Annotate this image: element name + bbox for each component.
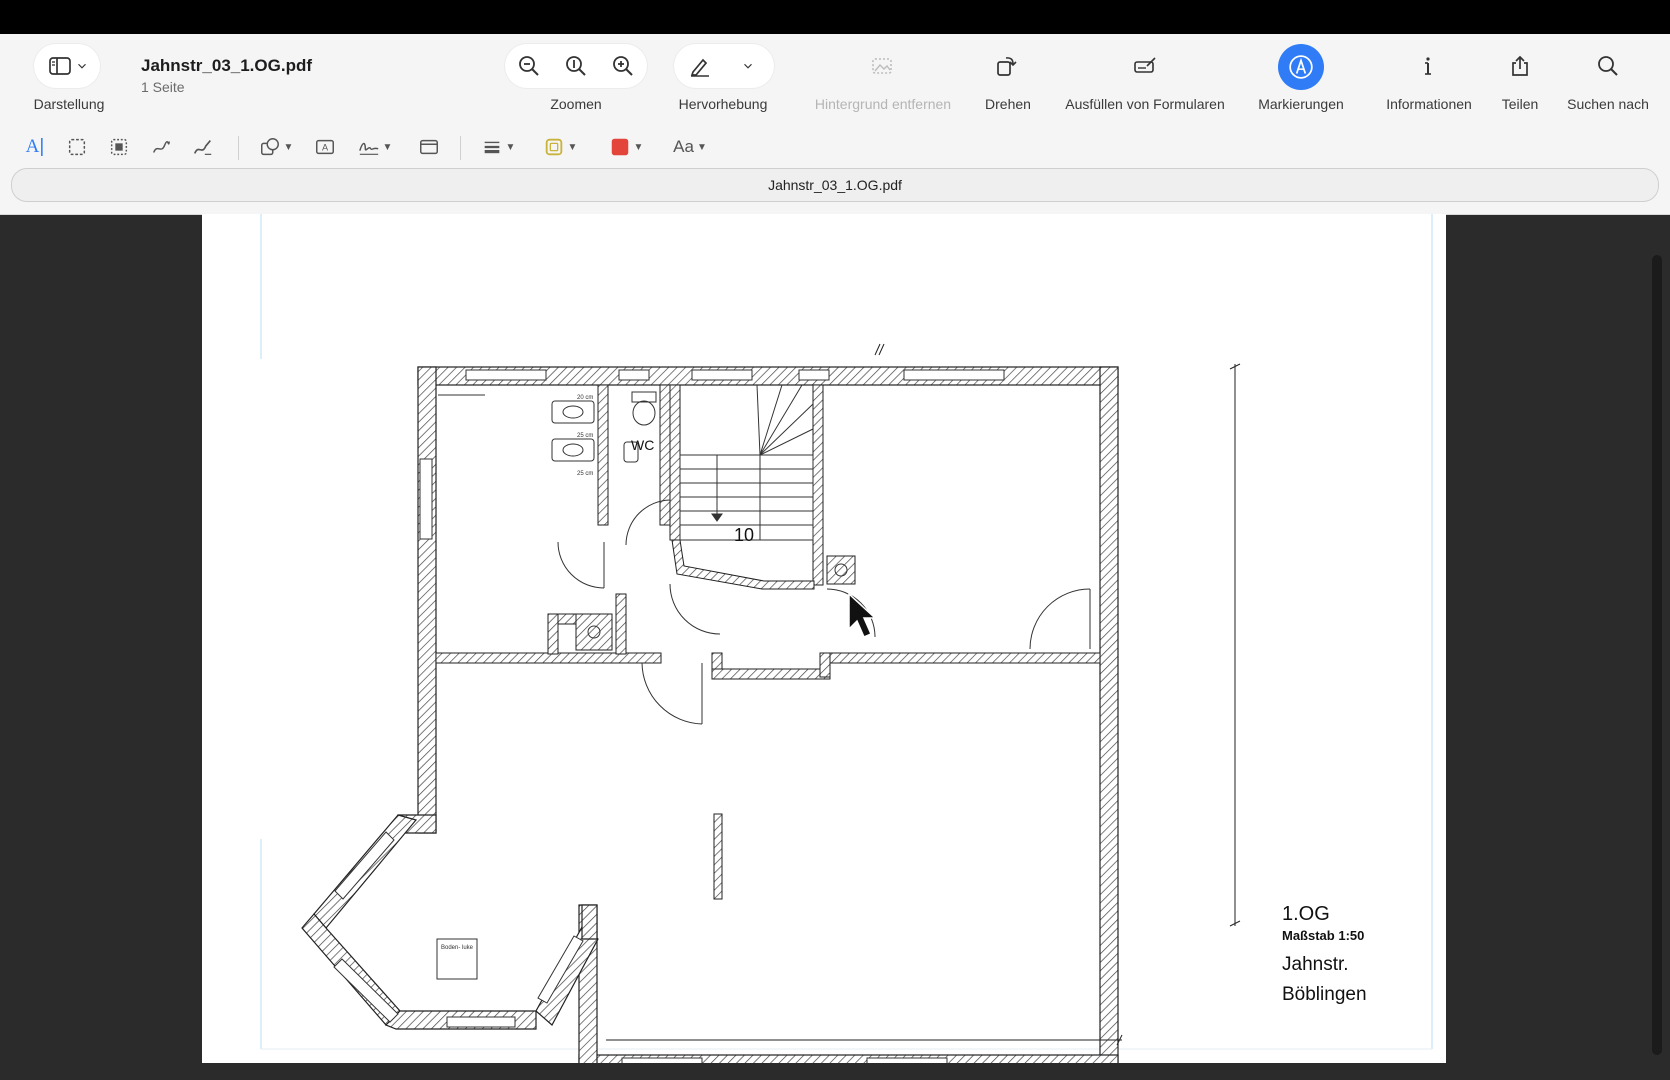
line-style-tool[interactable]: ▼ [478,132,518,162]
form-fill-icon [1134,57,1156,73]
info-label: Informationen [1386,96,1472,112]
search-button[interactable] [1590,48,1626,84]
floor-title: 1.OG [1282,903,1330,925]
chevron-down-icon [744,63,752,69]
chevron-down-icon: ▼ [283,141,294,153]
highlight-group [674,44,774,88]
svg-text:A: A [322,143,329,153]
text-box-tool[interactable]: A [310,132,340,162]
sketch-icon [152,141,170,153]
zoom-label: Zoomen [550,96,602,112]
highlight-label: Hervorhebung [678,96,768,112]
view-toggle-button[interactable] [34,44,100,88]
sanitary-fixtures [436,391,848,980]
text-style-tool[interactable]: Aa ▼ [668,132,712,162]
chevron-down-icon: ▼ [505,141,516,153]
note-window-icon [420,139,438,155]
actual-size-icon [566,56,586,76]
dashed-rectangle-icon [68,138,86,156]
view-label: Darstellung [33,96,105,112]
zoom-out-button[interactable] [511,48,547,84]
dimension-25cm-a: 25 cm [577,433,593,439]
draw-icon [193,140,212,155]
font-style-label: Aa [673,137,694,156]
zoom-in-button[interactable] [605,48,641,84]
signature-tool[interactable]: ▼ [354,132,396,162]
search-icon [1598,56,1618,76]
share-button[interactable] [1502,48,1538,84]
rectangular-selection-tool[interactable] [62,132,92,162]
markup-pen-icon [1289,55,1313,79]
markup-button[interactable] [1278,44,1324,90]
instant-alpha-icon [110,138,128,156]
interior-walls [435,384,1101,900]
signature-icon [358,142,378,155]
pdf-page: WC 10 20 cm 25 cm 25 cm Boden- luke 1.OG… [202,214,1446,1074]
chevron-down-icon: ▼ [567,141,578,153]
dimension-25cm-b: 25 cm [577,471,593,477]
chevron-down-icon: ▼ [633,141,644,153]
search-label: Suchen nach [1567,96,1649,112]
text-selection-tool[interactable]: A | [20,132,50,162]
dimension-lines [606,343,1241,1046]
fill-forms-button[interactable] [1127,48,1163,84]
divider [238,136,239,160]
menu-bar-strip [0,0,1670,34]
line-weight-icon [484,141,499,154]
chevron-down-icon: ▼ [382,141,393,153]
shapes-tool[interactable]: ▼ [256,132,296,162]
remove-background-button[interactable] [864,48,900,84]
actual-size-button[interactable] [558,48,594,84]
stair-step-count: 10 [734,525,754,545]
highlight-options-button[interactable] [730,48,766,84]
markup-toolbar: A | ▼ A ▼ ▼ ▼ ▼ Aa ▼ [0,124,1670,172]
markup-label: Markierungen [1258,96,1344,112]
document-tab[interactable]: Jahnstr_03_1.OG.pdf [11,168,1659,202]
sketch-tool[interactable] [146,132,176,162]
zoom-out-icon [519,56,539,76]
share-label: Teilen [1501,96,1539,112]
mouse-pointer-icon [848,592,877,638]
document-title: Jahnstr_03_1.OG.pdf [141,56,313,75]
border-color-tool[interactable]: ▼ [538,132,582,162]
rotate-button[interactable] [988,48,1024,84]
shapes-icon [260,138,279,156]
highlighter-icon [690,58,709,77]
remove-background-label: Hintergrund entfernen [814,96,952,112]
floor-hatch-label: Boden- luke [441,945,474,951]
document-page-count: 1 Seite [141,79,185,95]
divider [460,136,461,160]
share-icon [1512,55,1528,76]
doors [557,499,1091,725]
fill-forms-label: Ausfüllen von Formularen [1065,96,1225,112]
rotate-icon [997,57,1017,76]
city-label: Böblingen [1282,984,1367,1005]
zoom-group [505,44,647,88]
remove-background-icon [872,58,892,74]
info-icon [1425,57,1431,75]
smart-lasso-tool[interactable] [104,132,134,162]
chevron-down-icon: ▼ [696,141,707,153]
street-label: Jahnstr. [1282,954,1349,975]
room-label-wc: WC [631,437,654,453]
floor-plan: WC 10 20 cm 25 cm 25 cm Boden- luke 1.OG… [260,214,1433,1074]
chevron-down-icon [70,48,94,84]
info-button[interactable] [1410,48,1446,84]
rotate-label: Drehen [985,96,1031,112]
vertical-scrollbar[interactable] [1652,255,1662,1055]
fill-color-tool[interactable]: ▼ [604,132,648,162]
scale-label: Maßstab 1:50 [1282,928,1364,943]
border-color-icon [545,138,562,156]
draw-tool[interactable] [188,132,218,162]
text-cursor-icon: A [25,136,40,157]
note-tool[interactable] [414,132,444,162]
text-box-icon: A [316,139,334,155]
staircase [679,384,814,541]
highlight-button[interactable] [682,48,718,84]
fill-color-icon [611,138,628,156]
dimension-20cm: 20 cm [577,395,593,401]
zoom-in-icon [613,56,633,76]
